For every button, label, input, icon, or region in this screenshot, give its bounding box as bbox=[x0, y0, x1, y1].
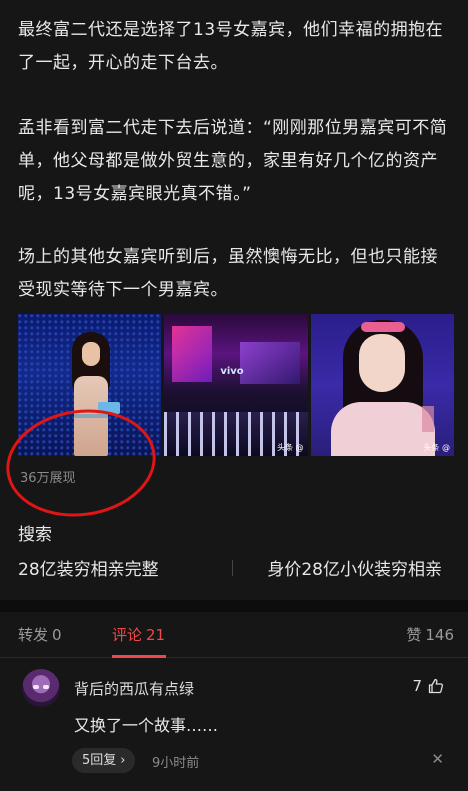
search-suggestion[interactable]: 28亿装穷相亲完整 bbox=[18, 555, 159, 580]
article-paragraph-2: 孟非看到富二代走下去后说道：“刚刚那位男嘉宾可不简单，他父母都是做外贸生意的，家… bbox=[18, 118, 448, 204]
reply-count-label: 5回复 bbox=[82, 753, 117, 768]
tab-like[interactable]: 赞 146 bbox=[406, 624, 454, 645]
tab-forward[interactable]: 转发 0 bbox=[18, 624, 62, 645]
search-suggestions: 28亿装穷相亲完整 身价28亿小伙装穷相亲 bbox=[18, 555, 450, 581]
thumbs-up-icon bbox=[428, 678, 444, 694]
comment-text: 又换了一个故事…… bbox=[74, 716, 219, 735]
search-section-title: 搜索 bbox=[18, 525, 52, 545]
comment-username[interactable]: 背后的西瓜有点绿 bbox=[74, 678, 194, 699]
comment-like-button[interactable]: 7 bbox=[412, 677, 444, 695]
tab-forward-label: 转发 bbox=[18, 626, 49, 644]
comment-item: 背后的西瓜有点绿 7 又换了一个故事…… 5回复 › 9小时前 ✕ bbox=[0, 660, 468, 791]
source-watermark: 头条 @ bbox=[423, 443, 450, 452]
comment-timestamp: 9小时前 bbox=[152, 756, 200, 771]
article-paragraph-3: 场上的其他女嘉宾听到后，虽然懊悔无比，但也只能接受现实等待下一个男嘉宾。 bbox=[18, 247, 438, 300]
vivo-logo: vivo bbox=[220, 366, 244, 377]
tab-comment-label: 评论 bbox=[112, 626, 143, 644]
divider bbox=[232, 560, 233, 576]
tab-comment-count: 21 bbox=[146, 626, 166, 644]
avatar[interactable] bbox=[22, 669, 60, 707]
interaction-tabs: 转发 0 评论 21 赞 146 bbox=[0, 612, 468, 658]
source-watermark: 头条 @ bbox=[277, 443, 304, 452]
search-suggestion[interactable]: 身价28亿小伙装穷相亲 bbox=[267, 555, 442, 580]
article-paragraph-1: 最终富二代还是选择了13号女嘉宾，他们幸福的拥抱在了一起，开心的走下台去。 bbox=[18, 20, 444, 73]
article-page: 最终富二代还是选择了13号女嘉宾，他们幸福的拥抱在了一起，开心的走下台去。 孟非… bbox=[0, 0, 468, 791]
article-image-3[interactable]: 头条 @ bbox=[310, 314, 454, 456]
active-tab-indicator bbox=[112, 655, 166, 658]
article-image-2[interactable]: vivo 头条 @ bbox=[164, 314, 308, 456]
tab-forward-count: 0 bbox=[52, 626, 62, 644]
comment-like-count: 7 bbox=[412, 677, 422, 695]
mosaic-blur bbox=[421, 406, 434, 432]
tab-like-count: 146 bbox=[425, 626, 454, 644]
chevron-right-icon: › bbox=[120, 753, 126, 768]
view-replies-button[interactable]: 5回复 › bbox=[72, 748, 136, 773]
tab-comment[interactable]: 评论 21 bbox=[112, 624, 165, 645]
close-icon[interactable]: ✕ bbox=[431, 750, 444, 768]
section-separator bbox=[0, 600, 468, 612]
tab-like-label: 赞 bbox=[406, 626, 422, 644]
